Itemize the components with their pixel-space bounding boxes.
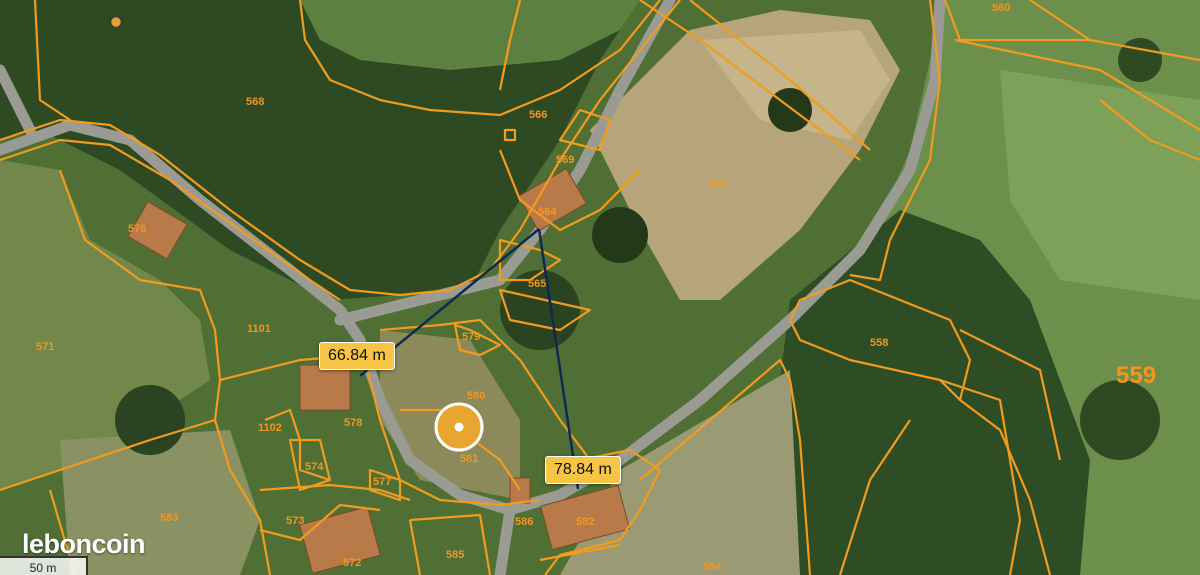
parcel-label-1102: 1102 bbox=[258, 422, 282, 434]
parcel-label-583: 583 bbox=[160, 512, 178, 524]
point-marker[interactable] bbox=[109, 15, 123, 29]
parcel-label-559: 559 bbox=[1116, 362, 1156, 389]
tree bbox=[115, 385, 185, 455]
parcel-label-576: 576 bbox=[128, 223, 146, 235]
parcel-label-582: 582 bbox=[576, 516, 594, 528]
parcel-label-558: 558 bbox=[870, 337, 888, 349]
parcel-label-578: 578 bbox=[344, 417, 362, 429]
tree bbox=[1118, 38, 1162, 82]
parcel-label-566: 566 bbox=[529, 109, 547, 121]
tree bbox=[592, 207, 648, 263]
parcel-label-1101: 1101 bbox=[247, 323, 271, 335]
measurement-label-1: 66.84 m bbox=[319, 342, 395, 370]
parcel-label-574: 574 bbox=[305, 461, 324, 473]
parcel-label-569: 569 bbox=[556, 154, 574, 166]
measurement-label-2: 78.84 m bbox=[545, 456, 621, 484]
parcel-label-565: 565 bbox=[528, 278, 546, 290]
parcel-label-581: 581 bbox=[460, 453, 478, 465]
parcel-label-560: 560 bbox=[992, 2, 1010, 14]
parcel-label-577: 577 bbox=[373, 476, 391, 488]
parcel-label-584: 584 bbox=[703, 561, 722, 573]
parcel-label-573: 573 bbox=[286, 515, 304, 527]
building bbox=[509, 477, 531, 504]
parcel-label-586: 586 bbox=[515, 516, 533, 528]
scale-bar-label: 50 m bbox=[29, 560, 57, 575]
tree bbox=[1080, 380, 1160, 460]
location-marker[interactable] bbox=[434, 402, 484, 452]
parcel-label-579: 579 bbox=[462, 331, 480, 343]
cadastral-map[interactable]: 560 568 566 569 564 562 576 565 579 571 … bbox=[0, 0, 1200, 575]
map-canvas[interactable]: 560 568 566 569 564 562 576 565 579 571 … bbox=[0, 0, 1200, 575]
parcel-label-572: 572 bbox=[343, 557, 361, 569]
building bbox=[299, 364, 351, 411]
location-marker-center bbox=[454, 422, 464, 432]
parcel-label-580: 580 bbox=[467, 390, 485, 402]
parcel-label-568: 568 bbox=[246, 96, 264, 108]
parcel-label-571: 571 bbox=[36, 341, 54, 353]
parcel-label-585: 585 bbox=[446, 549, 464, 561]
parcel-label-562: 562 bbox=[709, 179, 727, 191]
parcel-label-564: 564 bbox=[538, 206, 557, 218]
scale-bar: 50 m bbox=[0, 556, 88, 575]
